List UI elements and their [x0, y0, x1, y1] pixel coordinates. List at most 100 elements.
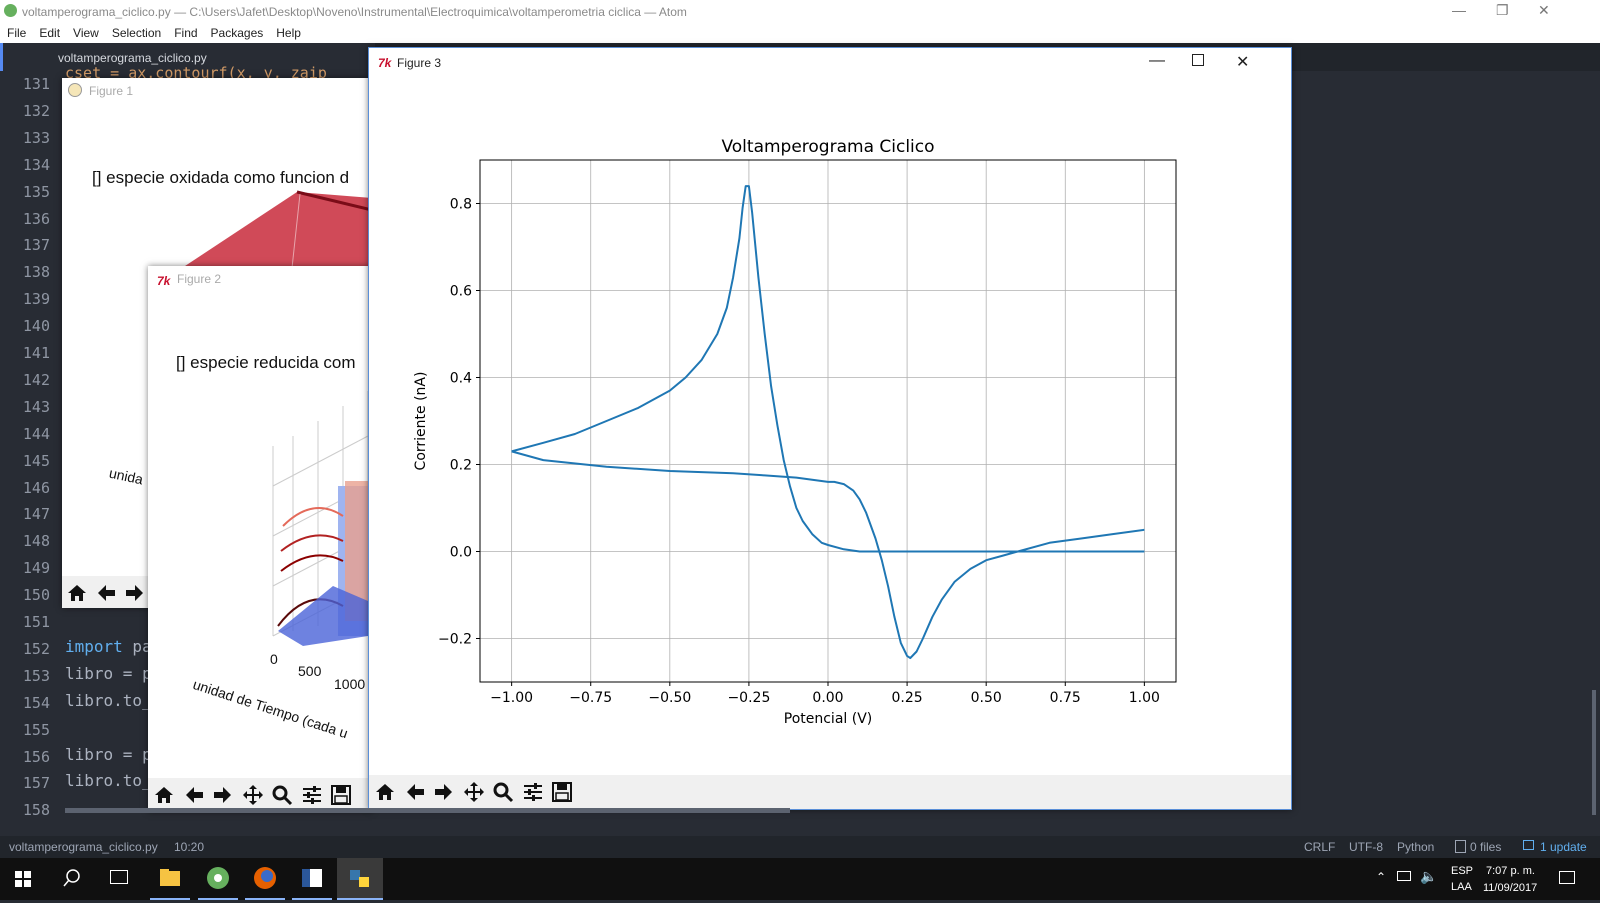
- layout-indicator[interactable]: LAA: [1451, 881, 1472, 893]
- figure-3-title: Figure 3: [397, 56, 442, 70]
- configure-subplots-icon[interactable]: [301, 784, 323, 806]
- status-update[interactable]: 1 update: [1540, 840, 1587, 854]
- figure-2-window[interactable]: 7k Figure 2 [] especie reducida com 0 50…: [148, 266, 372, 812]
- menu-find[interactable]: Find: [167, 23, 203, 40]
- close-icon[interactable]: ✕: [1236, 52, 1249, 72]
- network-icon[interactable]: [1397, 871, 1411, 881]
- minimize-icon[interactable]: —: [1452, 2, 1466, 18]
- clock-time[interactable]: 7:07 p. m.: [1486, 865, 1535, 877]
- menu-file[interactable]: File: [0, 23, 32, 40]
- status-git[interactable]: 0 files: [1470, 840, 1501, 854]
- start-icon[interactable]: [15, 871, 31, 887]
- update-icon: [1523, 840, 1534, 850]
- status-encoding[interactable]: UTF-8: [1349, 840, 1383, 854]
- close-icon[interactable]: ✕: [1538, 2, 1550, 19]
- back-arrow-icon[interactable]: [183, 784, 205, 806]
- line-number: 131: [22, 75, 50, 93]
- home-icon[interactable]: [153, 784, 175, 806]
- clock-date[interactable]: 11/09/2017: [1483, 882, 1537, 894]
- menu-packages[interactable]: Packages: [204, 23, 270, 40]
- zoom-icon[interactable]: [492, 781, 514, 803]
- figure-1-titlebar[interactable]: Figure 1: [62, 78, 372, 108]
- volume-icon[interactable]: 🔈: [1420, 868, 1437, 885]
- code-line[interactable]: libro.to_: [65, 691, 152, 710]
- line-number: 143: [22, 397, 50, 416]
- code-text: libro = p: [65, 663, 152, 683]
- figure-2-titlebar[interactable]: 7k Figure 2: [148, 266, 372, 296]
- back-arrow-icon[interactable]: [95, 582, 117, 604]
- restore-icon[interactable]: ❐: [1496, 2, 1509, 19]
- menu-selection[interactable]: Selection: [105, 23, 167, 40]
- code-text: libro.to_: [65, 690, 152, 710]
- task-view-icon[interactable]: [110, 870, 128, 884]
- line-number: 151: [22, 613, 50, 631]
- line-number: 140: [22, 317, 50, 336]
- x-tick-label: 0.00: [812, 690, 843, 706]
- x-tick-label: −1.00: [490, 690, 533, 706]
- line-number: 133: [22, 128, 50, 147]
- minimize-icon[interactable]: —: [1149, 52, 1165, 70]
- y-tick-label: 0.8: [450, 197, 472, 213]
- pan-icon[interactable]: [463, 781, 485, 803]
- code-line[interactable]: libro.to_: [65, 771, 152, 790]
- line-number: 132: [22, 101, 50, 120]
- windows-taskbar: ⌃ 🔈 ESP LAA 7:07 p. m. 11/09/2017: [0, 858, 1600, 900]
- tray-chevron-icon[interactable]: ⌃: [1376, 870, 1386, 884]
- voltammogram-chart: −1.00 −0.75 −0.50 −0.25 0.00 0.25 0.50 0.75 1.00…: [413, 137, 1177, 727]
- file-explorer-icon[interactable]: [150, 858, 190, 900]
- status-file[interactable]: voltamperograma_ciclico.py: [9, 840, 158, 854]
- code-line[interactable]: libro = p: [65, 664, 152, 683]
- maximize-icon[interactable]: [1192, 54, 1204, 66]
- back-arrow-icon[interactable]: [404, 781, 426, 803]
- line-number: 137: [22, 236, 50, 255]
- configure-subplots-icon[interactable]: [522, 781, 544, 803]
- pan-icon[interactable]: [242, 784, 264, 806]
- code-line[interactable]: import pa: [65, 637, 152, 656]
- editor-horizontal-scrollbar[interactable]: [65, 808, 790, 813]
- editor-vertical-scrollbar[interactable]: [1592, 690, 1596, 815]
- home-icon[interactable]: [66, 582, 88, 604]
- save-icon[interactable]: [330, 784, 352, 806]
- zoom-icon[interactable]: [271, 784, 293, 806]
- word-icon[interactable]: [292, 858, 332, 900]
- status-grammar[interactable]: Python: [1397, 840, 1434, 854]
- code-keyword: import: [65, 636, 123, 656]
- firefox-icon[interactable]: [245, 858, 285, 900]
- menu-view[interactable]: View: [66, 23, 105, 40]
- line-number: 141: [22, 344, 50, 362]
- menu-help[interactable]: Help: [269, 23, 307, 40]
- save-icon[interactable]: [551, 781, 573, 803]
- window-title: voltamperograma_ciclico.py — C:\Users\Ja…: [22, 5, 687, 19]
- line-number: 152: [22, 639, 50, 658]
- line-number: 147: [22, 505, 50, 524]
- figure-2-xlabel: unidad de Tiempo (cada u: [191, 676, 350, 742]
- search-icon[interactable]: [63, 869, 81, 892]
- figure-2-3d-plot: [272, 391, 370, 646]
- status-cursor[interactable]: 10:20: [174, 840, 204, 854]
- chart-title: Voltamperograma Ciclico: [721, 137, 934, 157]
- line-number: 136: [22, 209, 50, 228]
- figure-3-window[interactable]: 7k Figure 3 — ✕ −1.00 −0.75 −0.50 −0.25 0.00…: [368, 47, 1292, 810]
- home-icon[interactable]: [374, 781, 396, 803]
- code-line[interactable]: libro = p: [65, 745, 152, 764]
- line-number: 157: [22, 774, 50, 793]
- x-tick-label: −0.50: [648, 690, 691, 706]
- language-indicator[interactable]: ESP: [1451, 865, 1473, 877]
- notifications-icon[interactable]: [1559, 871, 1575, 884]
- atom-app-icon[interactable]: [198, 858, 238, 900]
- menu-edit[interactable]: Edit: [32, 23, 66, 40]
- python-icon[interactable]: [337, 858, 383, 900]
- line-number: 153: [22, 666, 50, 685]
- code-text: libro = p: [65, 744, 152, 764]
- x-tick-label: 0.25: [892, 690, 923, 706]
- figure-3-titlebar[interactable]: 7k Figure 3 — ✕: [369, 48, 1291, 78]
- y-tick-label: 0.6: [450, 284, 472, 300]
- forward-arrow-icon[interactable]: [124, 582, 146, 604]
- figure-3-toolbar: [369, 775, 1291, 809]
- atom-title-bar: voltamperograma_ciclico.py — C:\Users\Ja…: [0, 0, 1600, 23]
- line-number: 154: [22, 693, 50, 712]
- forward-arrow-icon[interactable]: [433, 781, 455, 803]
- forward-arrow-icon[interactable]: [212, 784, 234, 806]
- status-line-ending[interactable]: CRLF: [1304, 840, 1335, 854]
- x-tick-label: −0.25: [727, 690, 770, 706]
